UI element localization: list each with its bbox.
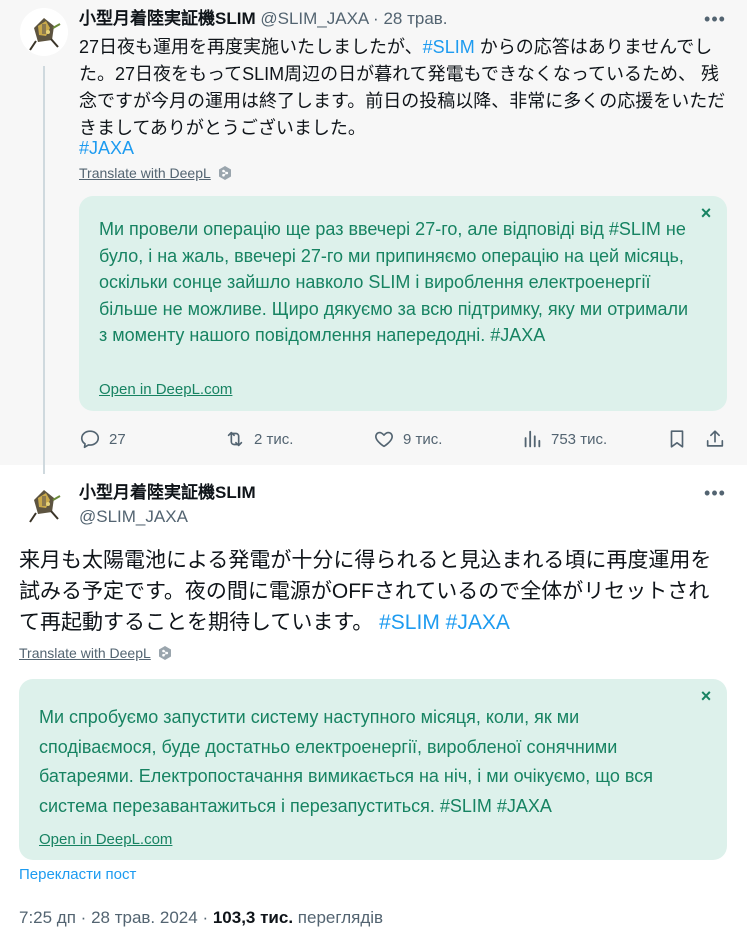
slim-lander-avatar-icon [20, 480, 68, 528]
avatar[interactable] [20, 8, 68, 56]
bookmark-button[interactable] [666, 427, 688, 451]
hashtag-slim[interactable]: #SLIM [423, 37, 475, 57]
tweet-text: 27日夜も運用を再度実施いたしましたが、#SLIM からの応答はありませんでした… [79, 34, 729, 142]
thread-line [43, 66, 45, 474]
close-icon[interactable]: × [697, 687, 715, 705]
reply-button[interactable]: 27 [79, 427, 126, 451]
deepl-translation-text: Ми провели операцію ще раз ввечері 27-го… [99, 219, 689, 345]
share-button[interactable] [704, 427, 726, 451]
open-in-deepl-link[interactable]: Open in DeepL.com [99, 381, 232, 399]
views-count: 753 тис. [551, 430, 608, 448]
share-icon [706, 430, 724, 447]
deepl-translation-box: × Ми спробуємо запустити систему наступн… [19, 679, 727, 860]
close-icon[interactable]: × [697, 204, 715, 222]
tweet-text-part: 来月も太陽電池による発電が十分に得られると見込まれる頃に再度運用を試みる予定です… [19, 549, 712, 634]
slim-lander-avatar-icon [20, 8, 68, 56]
repost-button[interactable]: 2 тис. [224, 427, 293, 451]
like-count: 9 тис. [403, 430, 443, 448]
translate-post-link[interactable]: Перекласти пост [19, 866, 136, 884]
like-button[interactable]: 9 тис. [373, 427, 442, 451]
deepl-logo-icon [218, 166, 231, 180]
views-count: 103,3 тис. [212, 908, 294, 927]
reply-icon [80, 430, 100, 449]
deepl-translation-text: Ми спробуємо запустити систему наступног… [39, 707, 654, 816]
views-icon [524, 430, 541, 448]
tweet-actions: 27 2 тис. 9 тис. 753 тис. [79, 427, 729, 451]
tweet-text-part: 27日夜も運用を再度実施いたしましたが、 [79, 37, 423, 57]
avatar[interactable] [20, 480, 68, 528]
tweet-text: 来月も太陽電池による発電が十分に得られると見込まれる頃に再度運用を試みる予定です… [19, 545, 729, 638]
tweet-time[interactable]: 7:25 дп [19, 908, 76, 927]
translate-link-label: Translate with DeepL [19, 645, 151, 661]
author-name[interactable]: 小型月着陸実証機SLIM [79, 482, 256, 504]
reply-tweet[interactable]: 小型月着陸実証機SLIM @SLIM_JAXA · 28 трав. ••• 2… [0, 0, 747, 474]
deepl-translation-box: × Ми провели операцію ще раз ввечері 27-… [79, 196, 727, 411]
tweet-meta: 7:25 дп · 28 трав. 2024 · 103,3 тис. пер… [19, 907, 383, 929]
views-label: переглядів [297, 908, 384, 927]
open-in-deepl-link[interactable]: Open in DeepL.com [39, 831, 172, 849]
separator: · [373, 9, 379, 28]
repost-icon [227, 431, 243, 447]
separator: · [80, 908, 87, 927]
translate-with-deepl-link[interactable]: Translate with DeepL [79, 164, 233, 182]
translate-link-label: Translate with DeepL [79, 165, 211, 181]
tweet-header: 小型月着陸実証機SLIM @SLIM_JAXA · 28 трав. [79, 8, 448, 30]
tweet-date[interactable]: 28 трав. [383, 9, 447, 28]
bookmark-icon [670, 430, 684, 448]
tweet-date[interactable]: 28 трав. 2024 [91, 908, 198, 927]
more-icon[interactable]: ••• [701, 482, 729, 504]
translate-with-deepl-link[interactable]: Translate with DeepL [19, 644, 173, 662]
views-button[interactable]: 753 тис. [521, 427, 607, 451]
author-handle[interactable]: @SLIM_JAXA [260, 9, 368, 28]
author-name[interactable]: 小型月着陸実証機SLIM [79, 9, 256, 28]
deepl-logo-icon [158, 646, 171, 660]
like-icon [375, 431, 393, 448]
hashtag-jaxa[interactable]: #JAXA [79, 138, 134, 158]
author-handle[interactable]: @SLIM_JAXA [79, 506, 188, 528]
more-icon[interactable]: ••• [701, 8, 729, 30]
separator: · [202, 908, 209, 927]
hashtag-line: #JAXA [79, 135, 134, 161]
repost-count: 2 тис. [254, 430, 294, 448]
hashtags[interactable]: #SLIM #JAXA [379, 611, 510, 634]
reply-count: 27 [109, 430, 126, 448]
